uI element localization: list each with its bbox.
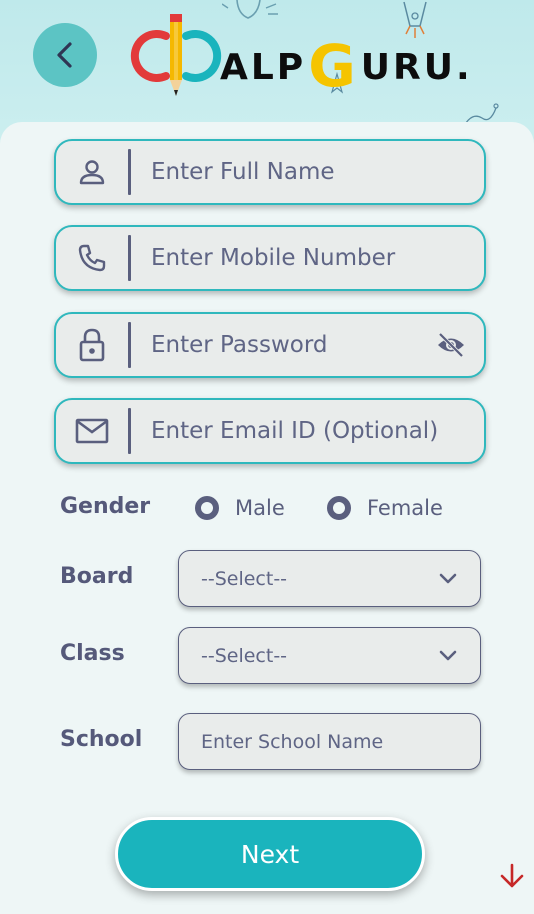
field-separator <box>128 322 131 368</box>
arrow-down-icon[interactable] <box>498 862 526 890</box>
gender-male-radio[interactable]: Male <box>195 496 285 520</box>
class-label: Class <box>60 641 125 666</box>
gender-female-label: Female <box>367 496 443 520</box>
lock-icon <box>79 328 105 362</box>
radio-circle-icon <box>327 496 351 520</box>
gender-male-label: Male <box>235 496 285 520</box>
logo-wordmark: ALP G URU. <box>220 32 473 100</box>
logo-text-suffix: URU. <box>360 47 473 88</box>
password-field[interactable]: Enter Password <box>54 312 486 378</box>
full-name-input[interactable]: Enter Full Name <box>151 159 484 185</box>
chevron-down-icon <box>439 650 457 660</box>
eye-off-icon <box>438 332 464 358</box>
full-name-field[interactable]: Enter Full Name <box>54 139 486 205</box>
field-separator <box>128 149 131 195</box>
school-input[interactable]: Enter School Name <box>178 713 481 770</box>
person-icon <box>79 160 105 185</box>
school-label: School <box>60 727 143 752</box>
field-separator <box>128 235 131 281</box>
class-select-value: --Select-- <box>201 644 288 667</box>
next-button[interactable]: Next <box>115 817 425 891</box>
chevron-down-icon <box>439 573 457 583</box>
board-select[interactable]: --Select-- <box>178 550 481 607</box>
mobile-number-input[interactable]: Enter Mobile Number <box>151 245 484 271</box>
chevron-left-icon <box>57 42 72 68</box>
gender-female-radio[interactable]: Female <box>327 496 443 520</box>
logo-text-g: G <box>308 32 359 100</box>
board-select-value: --Select-- <box>201 567 288 590</box>
mail-icon <box>75 418 109 444</box>
back-button[interactable] <box>33 23 97 87</box>
toggle-password-visibility-button[interactable] <box>428 332 474 358</box>
logo-text-prefix: ALP <box>220 47 307 88</box>
phone-icon <box>78 244 106 272</box>
field-separator <box>128 408 131 454</box>
email-field[interactable]: Enter Email ID (Optional) <box>54 398 486 464</box>
radio-circle-icon <box>195 496 219 520</box>
next-button-label: Next <box>240 839 300 869</box>
alpguru-logo: ALP G URU. <box>128 10 498 100</box>
mobile-number-field[interactable]: Enter Mobile Number <box>54 225 486 291</box>
email-input[interactable]: Enter Email ID (Optional) <box>151 418 484 444</box>
gender-label: Gender <box>60 494 151 519</box>
logo-mark-icon <box>130 14 222 96</box>
board-label: Board <box>60 564 134 589</box>
class-select[interactable]: --Select-- <box>178 627 481 684</box>
school-input-placeholder: Enter School Name <box>201 730 384 753</box>
password-input[interactable]: Enter Password <box>151 332 428 358</box>
